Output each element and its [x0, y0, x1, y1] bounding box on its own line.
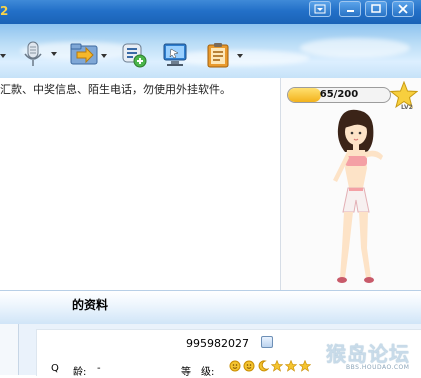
experience-text: 65/200: [319, 89, 359, 100]
safety-notice-text: 汇款、中奖信息、陌生电话，勿使用外挂软件。: [0, 83, 231, 96]
file-transfer-button[interactable]: [70, 42, 110, 72]
monitor-icon: [163, 43, 187, 66]
avatar-panel: 65/200 LV2: [281, 78, 421, 290]
list-add-icon: [122, 43, 147, 68]
clipboard-icon: [207, 43, 229, 68]
star-icon: [271, 360, 283, 372]
title-bar: 2: [0, 0, 421, 24]
minimize-icon: [347, 10, 354, 12]
maximize-button[interactable]: [365, 1, 387, 17]
minimize-button[interactable]: [339, 1, 361, 17]
forum-watermark: 猴岛论坛 BBS.HOUDAO.COM: [326, 338, 421, 375]
experience-bar: 65/200: [287, 87, 391, 103]
window-title: 2: [0, 4, 9, 18]
chat-notice-area: 汇款、中奖信息、陌生电话，勿使用外挂软件。: [0, 78, 281, 290]
add-list-button[interactable]: [121, 42, 149, 72]
remote-desktop-button[interactable]: [162, 42, 190, 72]
close-button[interactable]: [392, 1, 414, 17]
watermark-text: 猴岛论坛: [326, 342, 410, 366]
level-row-label: 等 级:: [181, 367, 215, 378]
microphone-button[interactable]: [20, 40, 60, 70]
qq-number: 995982027: [186, 337, 249, 350]
age-value: -: [97, 363, 101, 374]
maximize-icon: [371, 4, 381, 13]
menu-icon: [314, 4, 326, 14]
row-label-left: Q: [51, 363, 59, 374]
apps-button[interactable]: [205, 42, 245, 72]
star-icon: [299, 360, 311, 372]
chevron-down-icon[interactable]: [101, 54, 107, 58]
profile-side-tab[interactable]: [0, 324, 19, 375]
toolbar: [0, 24, 421, 78]
profile-header: 的资料: [0, 290, 421, 325]
star-icon: [285, 360, 297, 372]
age-label: 龄:: [73, 367, 87, 378]
close-icon: [398, 4, 408, 14]
avatar-figure[interactable]: [311, 108, 411, 288]
chevron-down-icon[interactable]: [51, 52, 57, 56]
cloud-decoration: [300, 38, 410, 58]
folder-transfer-icon: [70, 43, 98, 65]
sun-icon: [243, 360, 255, 372]
chevron-down-icon[interactable]: [237, 54, 243, 58]
chevron-down-icon[interactable]: [0, 54, 6, 58]
moon-icon: [258, 360, 269, 372]
microphone-icon: [24, 41, 42, 66]
sun-icon: [229, 360, 241, 372]
watermark-url: BBS.HOUDAO.COM: [346, 364, 410, 371]
copy-icon[interactable]: [261, 336, 273, 348]
menu-button[interactable]: [309, 1, 331, 17]
profile-title: 的资料: [72, 298, 109, 312]
